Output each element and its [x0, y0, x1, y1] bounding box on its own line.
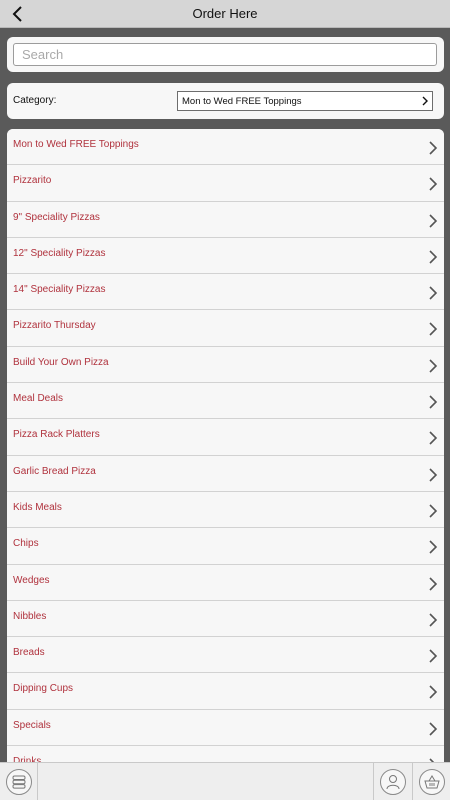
list-item-label: Meal Deals — [13, 393, 64, 405]
list-item[interactable]: Pizzarito — [7, 165, 444, 202]
chevron-right-icon — [422, 96, 428, 106]
list-item[interactable]: Dipping Cups — [7, 673, 444, 710]
bottom-bar — [0, 762, 450, 800]
list-item-label: Mon to Wed FREE Toppings — [13, 139, 139, 150]
chevron-right-icon — [429, 649, 438, 663]
chevron-right-icon — [429, 177, 438, 191]
list-item[interactable]: Pizzarito Thursday — [7, 310, 444, 347]
list-item[interactable]: Meal Deals — [7, 383, 444, 420]
chevron-right-icon — [429, 540, 438, 554]
list-item[interactable]: Garlic Bread Pizza — [7, 455, 444, 492]
category-select[interactable]: Mon to Wed FREE Toppings — [177, 91, 433, 111]
list-item[interactable]: Kids Meals — [7, 491, 444, 529]
list-item[interactable]: 12" Speciality Pizzas — [7, 237, 444, 275]
chevron-right-icon — [429, 395, 438, 409]
account-button[interactable] — [373, 763, 411, 800]
chevron-right-icon — [429, 431, 438, 445]
search-panel — [7, 37, 444, 72]
user-icon — [379, 769, 406, 795]
list-item-label: Pizza Rack Platters — [13, 429, 100, 441]
top-bar: Order Here — [0, 0, 450, 28]
category-list: Mon to Wed FREE Toppings Pizzarito 9" Spec… — [7, 129, 444, 769]
list-item-label: Build Your Own Pizza — [13, 356, 109, 368]
menu-list-button[interactable] — [0, 763, 38, 800]
list-item[interactable]: 9" Speciality Pizzas — [7, 201, 444, 238]
list-item[interactable]: Nibbles — [7, 600, 444, 638]
list-item[interactable]: Mon to Wed FREE Toppings — [7, 129, 444, 166]
category-selected-value: Mon to Wed FREE Toppings — [182, 95, 302, 107]
list-item-label: Pizzarito — [13, 175, 52, 187]
chevron-right-icon — [429, 613, 438, 627]
chevron-right-icon — [429, 722, 438, 736]
list-item-label: 14" Speciality Pizzas — [13, 284, 106, 296]
chevron-right-icon — [429, 141, 438, 155]
chevron-right-icon — [429, 685, 438, 700]
chevron-right-icon — [429, 286, 438, 300]
list-item-label: Pizzarito Thursday — [13, 320, 96, 332]
list-item[interactable]: Breads — [7, 637, 444, 674]
list-item-label: Chips — [13, 538, 39, 550]
search-input[interactable] — [13, 43, 437, 66]
list-item[interactable]: Pizza Rack Platters — [7, 419, 444, 456]
basket-button[interactable] — [412, 763, 450, 800]
list-item-label: Breads — [13, 647, 45, 659]
category-label: Category: — [13, 95, 57, 106]
list-item-label: 12" Speciality Pizzas — [13, 247, 106, 259]
chevron-right-icon — [429, 250, 438, 264]
list-item[interactable]: Specials — [7, 709, 444, 747]
menu-list-icon — [5, 769, 32, 795]
list-item[interactable]: 14" Speciality Pizzas — [7, 274, 444, 311]
list-item-label: 9" Speciality Pizzas — [13, 211, 100, 223]
list-item-label: Dipping Cups — [13, 683, 74, 695]
chevron-right-icon — [429, 322, 438, 337]
chevron-right-icon — [429, 504, 438, 518]
list-item[interactable]: Chips — [7, 528, 444, 565]
list-item-label: Specials — [13, 719, 51, 731]
page-title: Order Here — [192, 6, 258, 21]
basket-icon — [418, 769, 445, 795]
chevron-right-icon — [429, 214, 438, 228]
list-item-label: Kids Meals — [13, 501, 62, 513]
list-item[interactable]: Build Your Own Pizza — [7, 346, 444, 384]
chevron-right-icon — [429, 468, 438, 482]
chevron-right-icon — [429, 576, 438, 591]
category-panel: Category: Mon to Wed FREE Toppings — [7, 83, 444, 119]
list-item-label: Wedges — [13, 574, 50, 586]
list-item-label: Garlic Bread Pizza — [13, 465, 96, 477]
list-item-label: Nibbles — [13, 610, 47, 622]
list-item[interactable]: Wedges — [7, 564, 444, 601]
chevron-right-icon — [429, 359, 438, 373]
